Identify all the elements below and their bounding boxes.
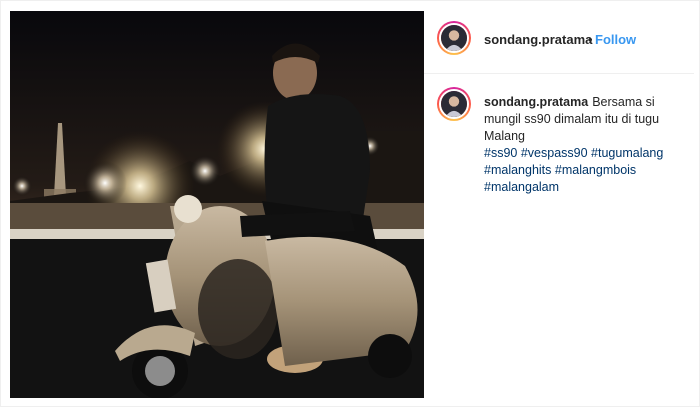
post-photo[interactable] [10,11,424,398]
avatar[interactable] [437,87,471,121]
post-sidebar: sondang.pratama • Follow sondang.pratama… [424,1,700,408]
post-header: sondang.pratama • Follow [424,1,694,74]
profile-avatar-icon [439,23,469,53]
caption-username[interactable]: sondang.pratama [484,95,588,109]
caption-text-block: sondang.pratama Bersama si mungil ss90 di… [484,94,694,196]
hashtag-link[interactable]: #ss90 [484,146,517,160]
night-scooter-photo-icon [10,11,424,398]
follow-button[interactable]: Follow [595,32,636,47]
hashtag-link[interactable]: #vespass90 [521,146,588,160]
instagram-post: sondang.pratama • Follow sondang.pratama… [0,0,700,407]
hashtag-link[interactable]: #malangmbois [555,163,636,177]
hashtag-link[interactable]: #malangalam [484,180,559,194]
hashtag-link[interactable]: #malanghits [484,163,551,177]
separator-dot: • [588,32,593,47]
profile-avatar-icon [439,89,469,119]
avatar[interactable] [437,21,471,55]
hashtag-link[interactable]: #tugumalang [591,146,663,160]
header-username[interactable]: sondang.pratama [484,32,592,47]
